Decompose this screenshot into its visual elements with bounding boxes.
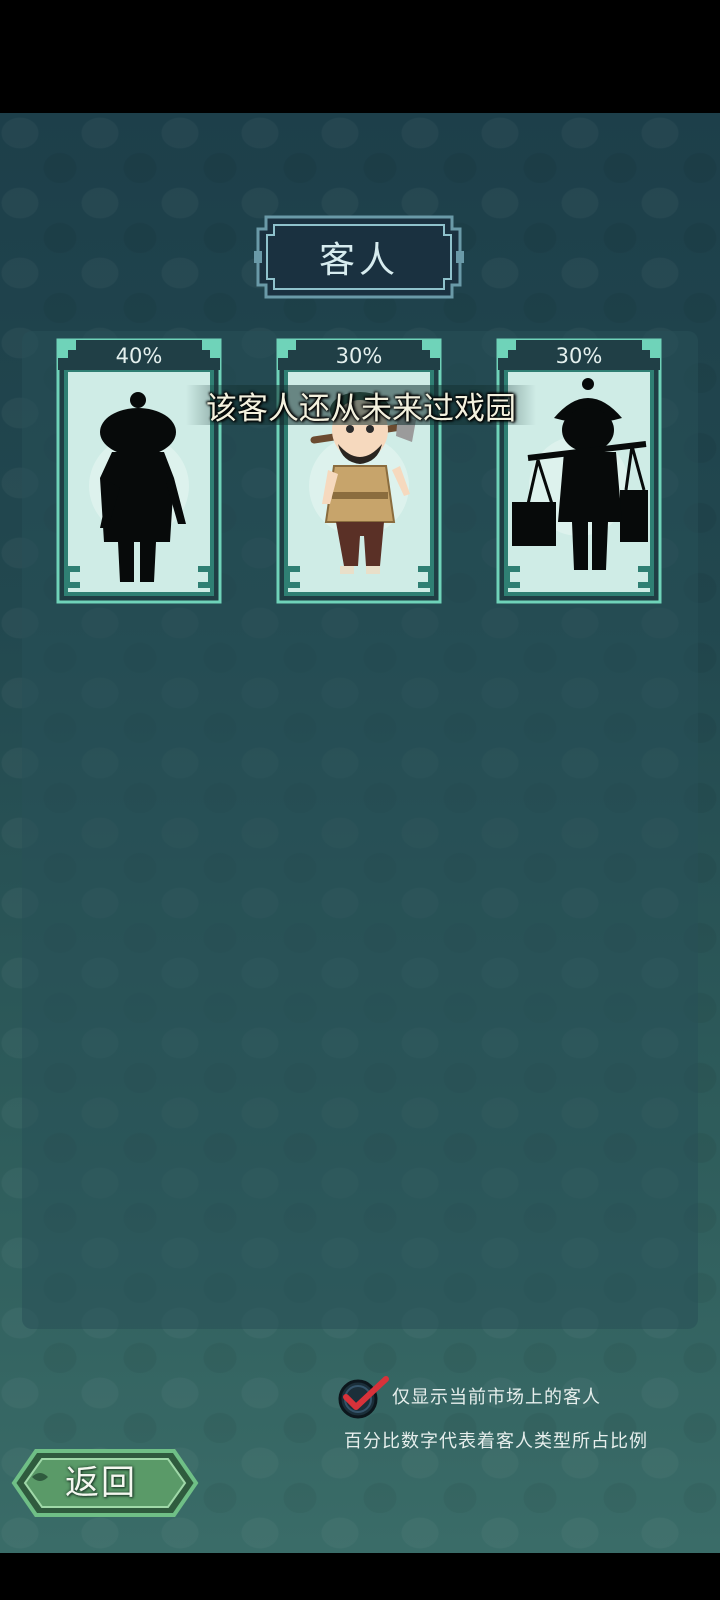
back-button-label: 返回 (65, 1463, 137, 1503)
game-screen: 客人 40% 30% 30% 该客人还从未来过戏园 仅显示当前市场上的客人 百分… (0, 113, 720, 1553)
title-plaque: 客人 (252, 211, 466, 303)
customer-percent: 30% (335, 344, 383, 368)
back-button[interactable]: 返回 (10, 1447, 200, 1519)
percent-explanation-note: 百分比数字代表着客人类型所占比例 (344, 1431, 648, 1452)
customer-percent: 30% (555, 344, 603, 368)
customer-card[interactable]: 30% (274, 336, 444, 606)
page-title: 客人 (318, 240, 399, 281)
undiscovered-customer-tooltip: 该客人还从未来过戏园 (186, 385, 536, 427)
filter-label: 仅显示当前市场上的客人 (392, 1387, 601, 1408)
customer-card[interactable]: 30% (494, 336, 664, 606)
market-filter-toggle[interactable]: 仅显示当前市场上的客人 (338, 1373, 601, 1419)
customer-percent: 40% (115, 344, 163, 368)
customer-card[interactable]: 40% (54, 336, 224, 606)
checkmark-icon[interactable] (338, 1371, 390, 1421)
